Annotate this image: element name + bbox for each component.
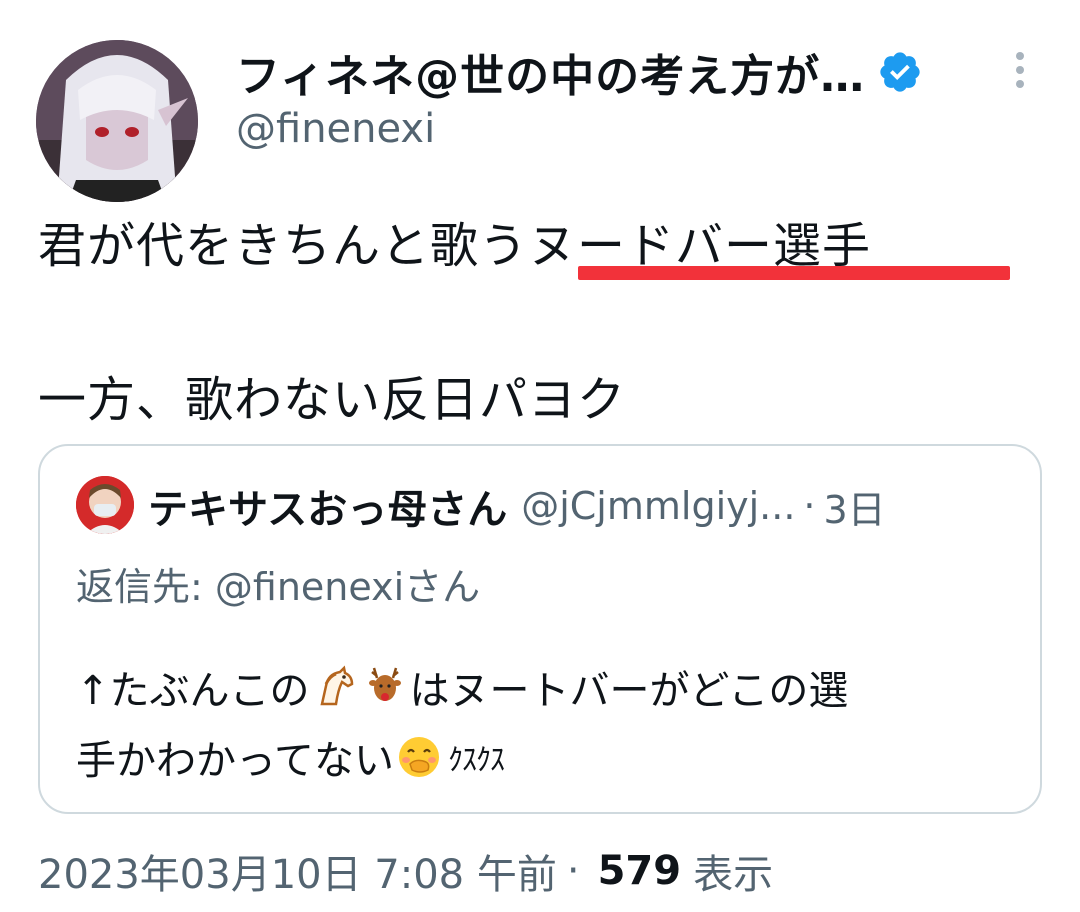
quoted-tweet-card[interactable]: テキサスおっ母さん @jCjmmlgiyj... · 3日 返信先: @fine… — [38, 444, 1042, 814]
deer-icon — [362, 664, 408, 710]
tweet: フィネネ@世の中の考え方が… @finenexi 君が代をきちんと歌うヌードバー… — [0, 0, 1080, 912]
tweet-meta-footer: 2023年03月10日 7:08 午前 · 579 表示 — [38, 842, 773, 900]
verified-badge-icon — [877, 49, 923, 95]
more-options-icon[interactable] — [1004, 50, 1036, 90]
quoted-header: テキサスおっ母さん @jCjmmlgiyj... · 3日 — [148, 478, 886, 534]
quoted-text-segment: 手かわかってない — [76, 738, 394, 784]
quoted-username[interactable]: @jCjmmlgiyj... — [521, 484, 795, 528]
quoted-display-name[interactable]: テキサスおっ母さん — [148, 477, 507, 535]
quoted-author-avatar[interactable] — [76, 476, 134, 534]
tweet-datetime[interactable]: 2023年03月10日 7:08 午前 — [38, 842, 557, 900]
kusukusu-text: ｸｽｸｽ — [448, 743, 505, 778]
quoted-separator: · — [803, 484, 816, 528]
footer-separator: · — [566, 848, 580, 894]
red-underline-annotation — [578, 266, 1010, 280]
author-name-row[interactable]: フィネネ@世の中の考え方が… — [236, 42, 923, 102]
author-display-name[interactable]: フィネネ@世の中の考え方が… — [236, 40, 865, 104]
reply-suffix: さん — [404, 565, 481, 609]
views-label: 表示 — [693, 852, 774, 898]
tweet-text-line-2: 一方、歌わない反日パヨク — [38, 372, 627, 428]
quoted-text-segment: はヌートバーがどこの選 — [409, 668, 849, 714]
author-avatar[interactable] — [36, 40, 198, 202]
reply-to-line: 返信先: @finenexiさん — [76, 556, 480, 611]
hand-over-mouth-face-icon — [396, 734, 442, 780]
quoted-text-line-1: ↑たぶんこの はヌートバーがどこの選 — [76, 658, 848, 716]
avatar-image — [36, 40, 198, 202]
horse-face-icon — [312, 664, 358, 710]
quoted-text-segment: ↑たぶんこの — [76, 668, 310, 714]
quoted-avatar-image — [76, 476, 134, 534]
author-username[interactable]: @finenexi — [236, 106, 435, 152]
reply-mention-link[interactable]: @finenexi — [215, 565, 404, 609]
reply-prefix: 返信先: — [76, 565, 215, 609]
quoted-text-line-2: 手かわかってない ｸｽｸｽ — [76, 728, 505, 786]
views-count: 579 — [597, 848, 682, 894]
quoted-timestamp[interactable]: 3日 — [824, 479, 886, 534]
